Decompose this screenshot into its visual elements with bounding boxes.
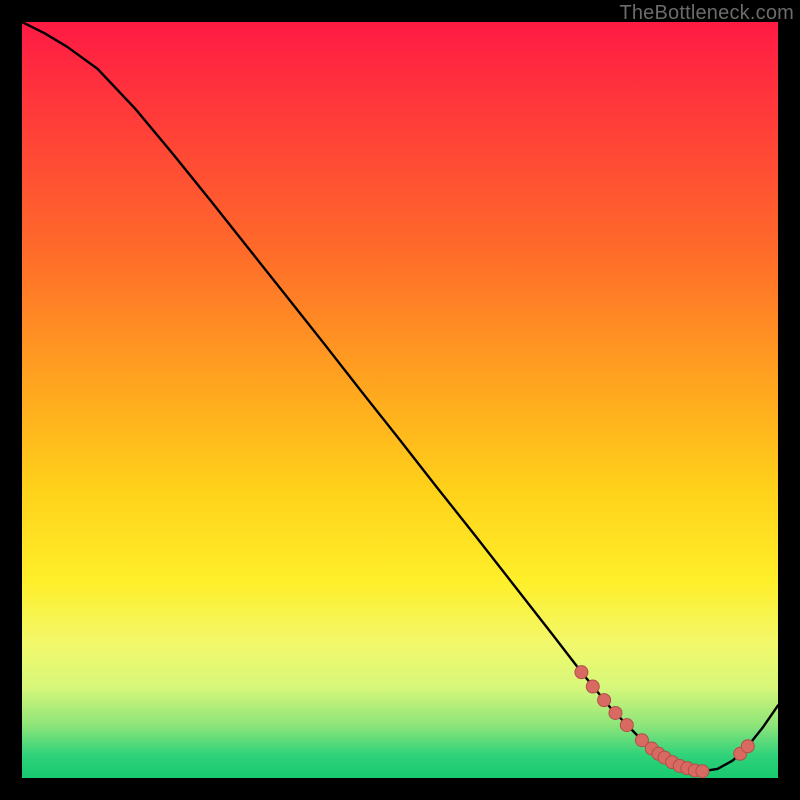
bottleneck-curve [22,22,778,771]
watermark-text: TheBottleneck.com [619,2,794,25]
curve-marker [741,740,754,753]
curve-marker [575,666,588,679]
curve-marker [586,680,599,693]
curve-marker [598,694,611,707]
chart-stage: TheBottleneck.com [0,0,800,800]
curve-marker [609,706,622,719]
chart-overlay [22,22,778,778]
curve-markers [575,666,754,778]
plot-area [22,22,778,778]
curve-marker [696,765,709,778]
curve-marker [620,719,633,732]
